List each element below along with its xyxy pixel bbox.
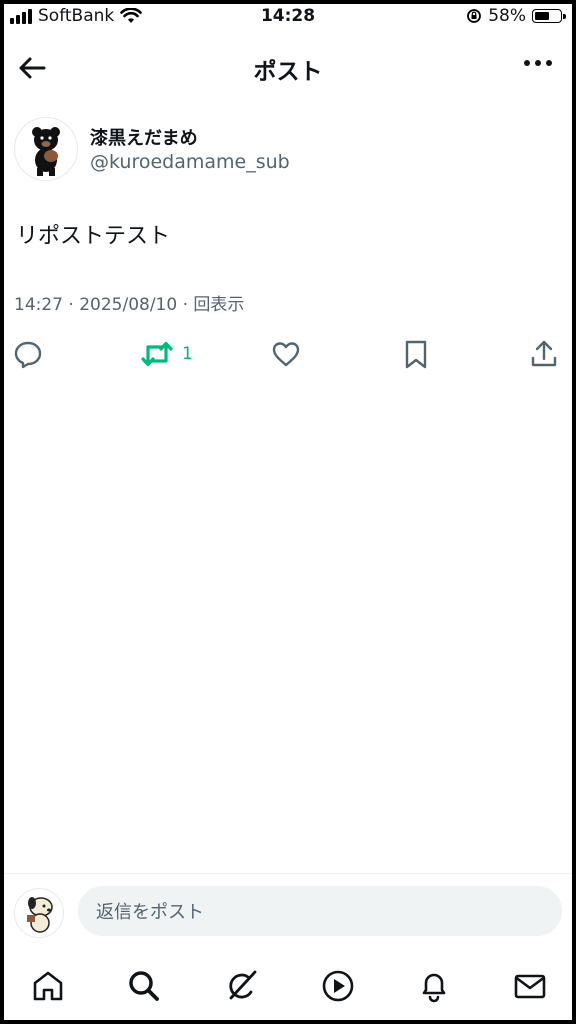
my-avatar[interactable] — [14, 888, 64, 938]
reply-icon — [14, 341, 42, 369]
dog-avatar-image — [27, 897, 53, 933]
status-bar: SoftBank 14:28 58% — [4, 4, 572, 32]
author-display-name[interactable]: 漆黒えだまめ — [90, 124, 198, 150]
reply-input[interactable]: 返信をポスト — [78, 886, 562, 936]
bookmark-icon — [405, 340, 427, 369]
tab-home[interactable] — [28, 966, 68, 1006]
play-icon — [322, 970, 354, 1002]
home-icon — [33, 971, 63, 1001]
tab-grok[interactable] — [222, 966, 262, 1006]
share-icon — [531, 340, 557, 367]
top-nav: ポスト — [4, 40, 572, 90]
battery-icon — [532, 9, 566, 23]
page-title: ポスト — [253, 59, 323, 85]
bottom-tab-bar — [4, 948, 572, 1020]
app-screen: SoftBank 14:28 58% ポスト 漆黒えだまめ @kuroedama… — [4, 4, 572, 1020]
bookmark-button[interactable] — [400, 336, 432, 372]
share-button[interactable] — [528, 336, 560, 372]
grok-icon — [229, 970, 257, 1000]
repost-count: 1 — [182, 344, 193, 364]
post-text: リポストテスト — [16, 224, 171, 249]
bear-avatar-image — [32, 127, 60, 176]
tab-messages[interactable] — [510, 966, 550, 1006]
heart-icon — [272, 342, 300, 367]
orientation-lock-icon — [467, 9, 482, 23]
tab-video[interactable] — [318, 966, 358, 1006]
search-icon — [129, 971, 159, 1001]
post-action-bar: 1 — [4, 336, 572, 376]
author-handle[interactable]: @kuroedamame_sub — [90, 151, 290, 173]
reply-button[interactable] — [12, 336, 44, 372]
more-horizontal-icon — [524, 60, 530, 66]
author-avatar[interactable] — [14, 117, 78, 181]
battery-percent: 58% — [488, 6, 526, 26]
repost-icon — [141, 341, 173, 367]
bell-icon — [422, 973, 446, 1003]
tab-search[interactable] — [124, 966, 164, 1006]
repost-button[interactable]: 1 — [140, 336, 193, 372]
more-options-button[interactable] — [524, 60, 552, 66]
mail-icon — [514, 974, 546, 999]
post-timestamp[interactable]: 14:27 · 2025/08/10 · 回表示 — [14, 290, 244, 315]
tab-notifications[interactable] — [414, 966, 454, 1006]
reply-composer: 返信をポスト — [4, 873, 572, 948]
like-button[interactable] — [270, 336, 302, 372]
